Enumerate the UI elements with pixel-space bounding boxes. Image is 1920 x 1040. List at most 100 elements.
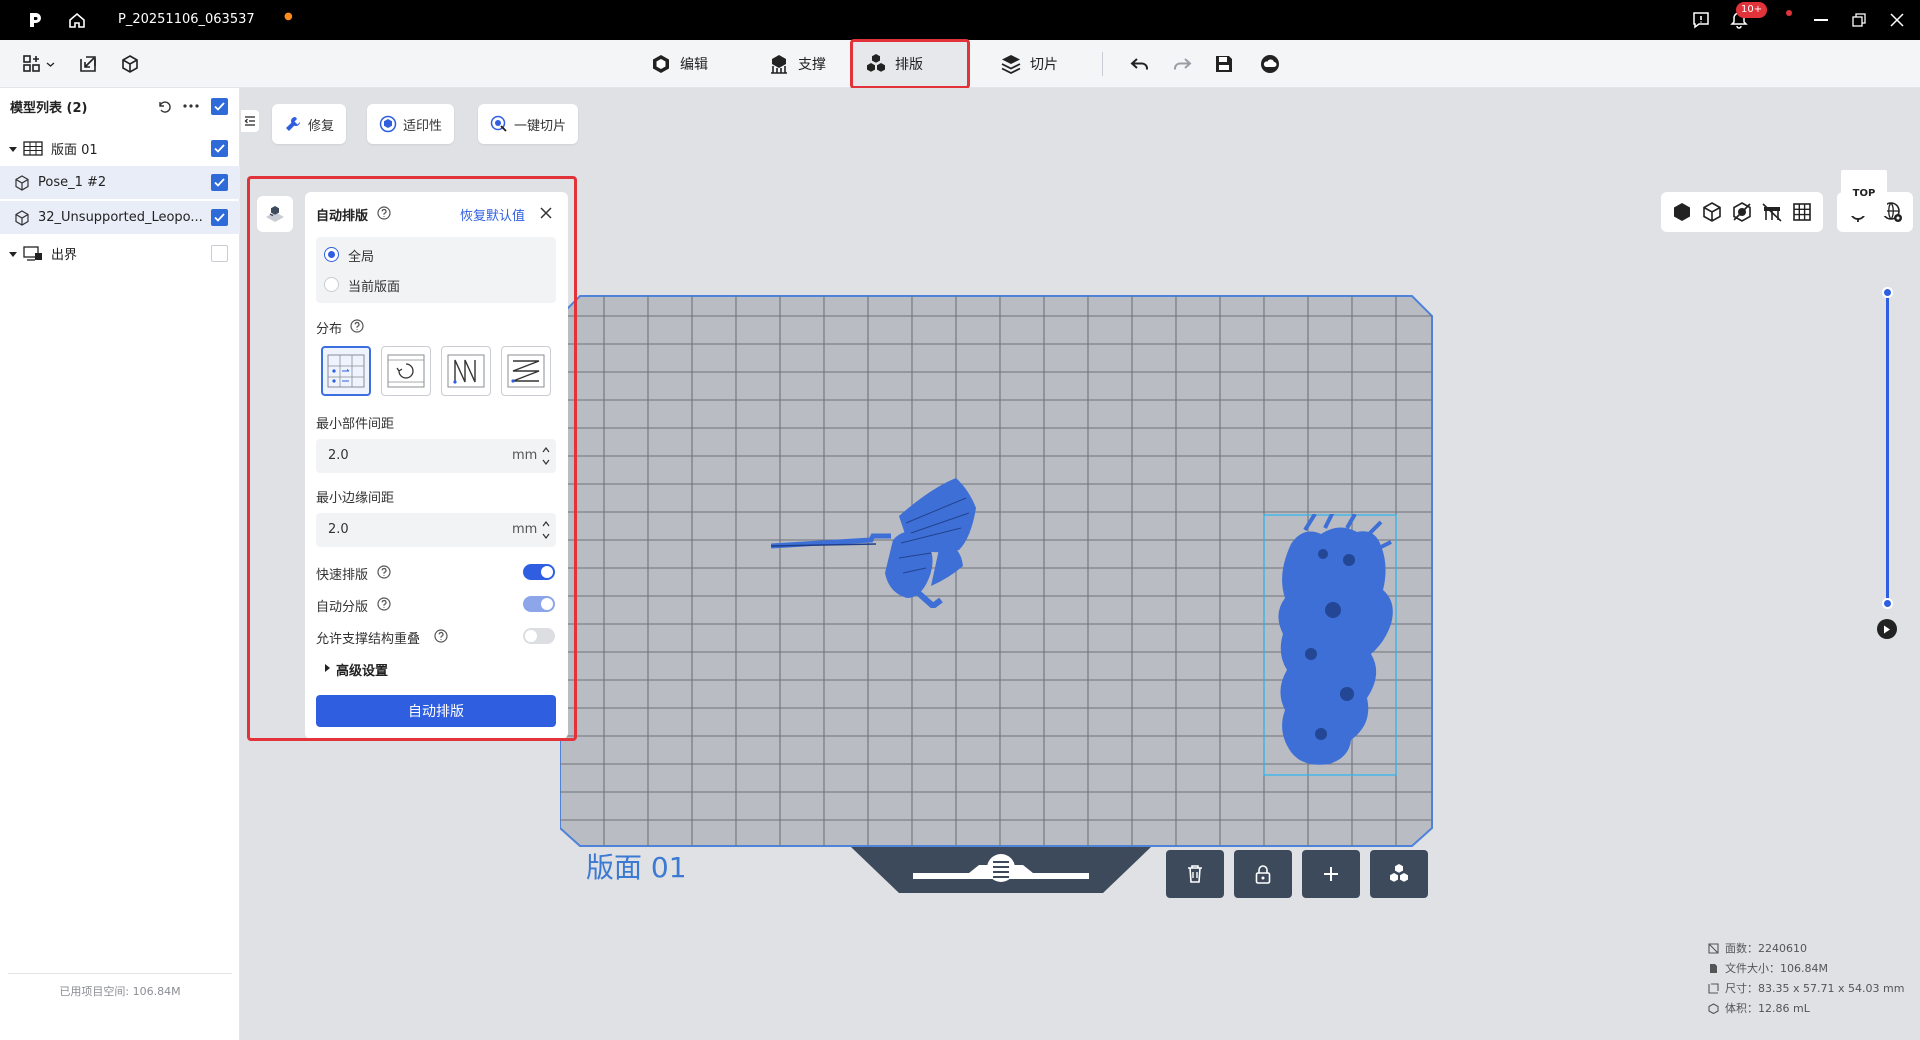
undo-icon[interactable] — [1130, 54, 1150, 74]
help-icon[interactable] — [350, 319, 364, 333]
unit-label: mm — [512, 448, 538, 463]
model-row[interactable]: Pose_1 #2 — [0, 166, 240, 199]
layout-icon — [1390, 864, 1408, 882]
model-list-sidebar: 模型列表 (2) 版面 01 Pose_1 #2 32_Unsupported_… — [0, 88, 240, 1040]
tab-slice[interactable]: 切片 — [988, 46, 1070, 82]
layer-slider-top-handle[interactable] — [1882, 287, 1893, 298]
tab-layout[interactable]: 排版 — [850, 39, 970, 89]
chevron-down-icon — [46, 62, 55, 67]
scope-current-radio[interactable] — [324, 277, 339, 292]
plate-name: 版面 01 — [51, 143, 98, 158]
fast-arrange-label: 快速排版 — [316, 568, 369, 583]
close-icon[interactable] — [540, 207, 552, 219]
minimize-icon[interactable] — [1814, 19, 1828, 21]
grid-menu-button[interactable] — [22, 54, 55, 74]
caret-down-icon[interactable] — [9, 250, 17, 258]
help-icon[interactable] — [377, 206, 391, 220]
collapse-sidebar-button[interactable] — [241, 110, 259, 132]
reset-defaults-link[interactable]: 恢复默认值 — [460, 205, 525, 224]
help-icon[interactable] — [434, 629, 448, 643]
grid-view-icon[interactable] — [1791, 201, 1813, 223]
layer-slider-track[interactable] — [1886, 293, 1889, 603]
restore-icon[interactable] — [1852, 13, 1866, 27]
tab-support[interactable]: 支撑 — [756, 46, 838, 82]
help-icon[interactable] — [377, 565, 391, 579]
one-click-slice-label: 一键切片 — [514, 118, 567, 134]
printability-button[interactable]: 适印性 — [367, 104, 455, 144]
arrange-tool-button[interactable] — [257, 196, 293, 232]
min-edge-spacing-input[interactable]: 2.0 mm — [316, 513, 556, 547]
view-cube-top[interactable]: TOP — [1841, 170, 1887, 216]
plate-row[interactable]: 版面 01 — [0, 132, 240, 165]
model-pose-1[interactable] — [771, 428, 1021, 608]
zigzag-vertical-icon — [447, 354, 485, 388]
home-icon[interactable] — [68, 11, 86, 29]
select-all-checkbox[interactable] — [211, 98, 228, 115]
model-cube-icon — [15, 174, 29, 191]
dimension-icon — [1708, 982, 1719, 994]
distribution-spiral-option[interactable] — [381, 346, 431, 396]
toolbar-divider — [1102, 52, 1103, 76]
import-icon[interactable] — [78, 54, 98, 74]
repair-button[interactable]: 修复 — [272, 104, 347, 144]
one-click-slice-button[interactable]: 一键切片 — [478, 104, 579, 144]
plate-label: 版面 01 — [586, 851, 687, 884]
close-icon[interactable] — [1890, 13, 1904, 27]
min-part-spacing-input[interactable]: 2.0 mm — [316, 439, 556, 473]
distribution-grid-option[interactable] — [321, 346, 371, 396]
arrange-plate-button[interactable] — [1370, 850, 1428, 898]
feedback-icon[interactable] — [1692, 11, 1710, 29]
app-logo-icon[interactable] — [26, 11, 44, 29]
stepper-icon[interactable] — [542, 518, 550, 542]
plus-icon — [1324, 867, 1338, 881]
main-toolbar: 编辑 支撑 排版 切片 — [0, 39, 1920, 89]
out-of-bounds-checkbox[interactable] — [211, 245, 228, 262]
face-count: 面数：2240610 — [1708, 940, 1807, 956]
caret-down-icon[interactable] — [9, 145, 17, 153]
out-of-bounds-row[interactable]: 出界 — [0, 237, 240, 270]
out-of-bounds-icon — [23, 246, 42, 261]
auto-split-toggle[interactable] — [523, 596, 555, 612]
stepper-icon[interactable] — [542, 444, 550, 468]
distribution-zigzag-vertical-option[interactable] — [441, 346, 491, 396]
hide-support-icon[interactable] — [1761, 201, 1783, 223]
tab-label: 支撑 — [798, 57, 826, 73]
scope-global-radio[interactable] — [324, 247, 339, 262]
wireframe-view-icon[interactable] — [1701, 201, 1723, 223]
redo-icon[interactable] — [1172, 54, 1192, 74]
more-icon[interactable] — [183, 104, 199, 108]
tab-edit[interactable]: 编辑 — [638, 46, 720, 82]
distribution-zigzag-horizontal-option[interactable] — [501, 346, 551, 396]
project-name: P_20251106_063537 — [118, 12, 255, 27]
distribution-label: 分布 — [316, 322, 343, 337]
xray-view-icon[interactable] — [1731, 201, 1753, 223]
play-preview-button[interactable] — [1877, 619, 1897, 639]
advanced-settings-toggle[interactable]: 高级设置 — [336, 660, 388, 679]
save-icon[interactable] — [1214, 54, 1234, 74]
plate-checkbox[interactable] — [211, 140, 228, 157]
printability-label: 适印性 — [403, 118, 443, 134]
solid-view-icon[interactable] — [1671, 201, 1693, 223]
allow-support-overlap-toggle[interactable] — [523, 628, 555, 644]
min-part-spacing-label: 最小部件间距 — [316, 417, 395, 432]
grid-distribution-icon — [327, 354, 365, 388]
auto-arrange-button[interactable]: 自动排版 — [316, 695, 556, 727]
min-part-spacing-value: 2.0 — [328, 448, 349, 463]
tab-label: 编辑 — [680, 57, 708, 73]
cloud-icon[interactable] — [1260, 54, 1280, 74]
model-library-icon[interactable] — [120, 54, 140, 74]
model-checkbox[interactable] — [211, 209, 228, 226]
help-icon[interactable] — [377, 597, 391, 611]
add-plate-button[interactable] — [1302, 850, 1360, 898]
model-checkbox[interactable] — [211, 174, 228, 191]
model-leopard[interactable] — [1263, 514, 1397, 776]
delete-button[interactable] — [1166, 850, 1224, 898]
allow-support-overlap-label: 允许支撑结构重叠 — [316, 632, 421, 647]
model-row[interactable]: 32_Unsupported_Leopo... — [0, 201, 240, 234]
fast-arrange-toggle[interactable] — [523, 564, 555, 580]
notification-badge: 10+ — [1736, 2, 1768, 18]
lock-button[interactable] — [1234, 850, 1292, 898]
caret-right-icon[interactable] — [324, 664, 331, 672]
layer-slider-bottom-handle[interactable] — [1882, 598, 1893, 609]
refresh-icon[interactable] — [157, 99, 172, 114]
